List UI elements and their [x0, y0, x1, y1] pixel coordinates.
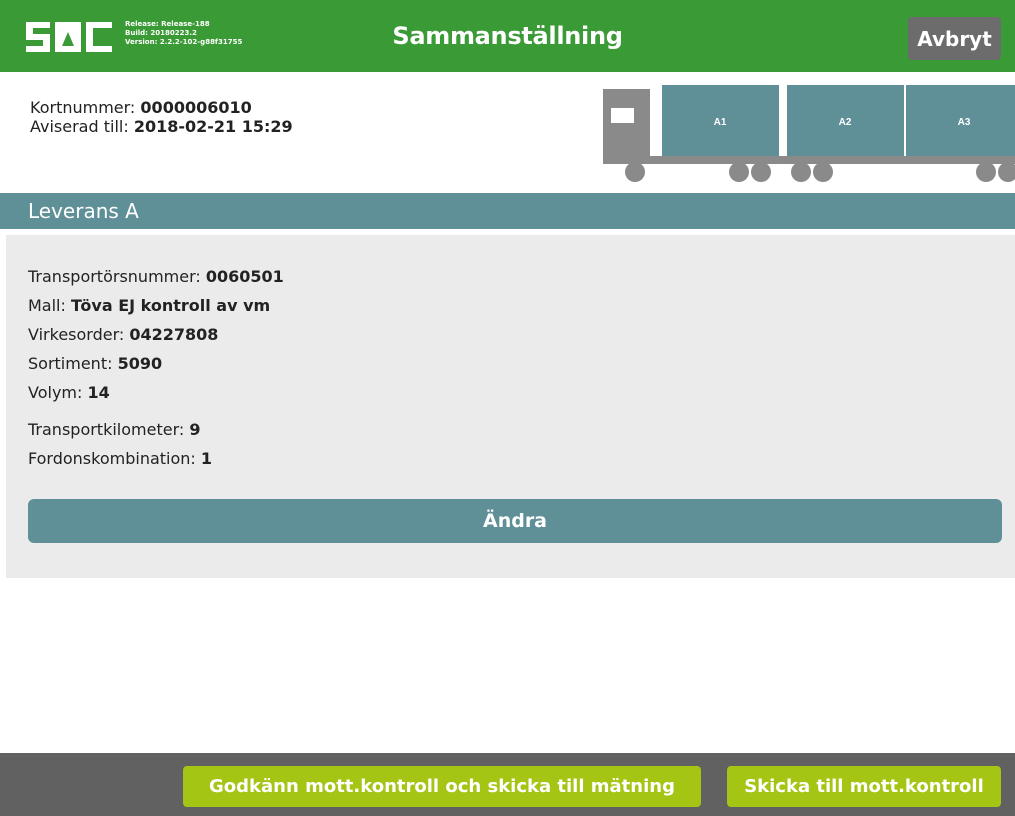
field-value: 9 — [189, 420, 201, 439]
field-timber-order: Virkesorder: 04227808 — [28, 320, 284, 349]
announced-row: Aviserad till: 2018-02-21 15:29 — [30, 117, 293, 136]
field-value: 5090 — [117, 354, 163, 373]
page-title: Sammanställning — [392, 22, 623, 50]
summary-info: Kortnummer: 0000006010 Aviserad till: 20… — [30, 98, 293, 136]
field-volume: Volym: 14 — [28, 378, 284, 407]
field-carrier-number: Transportörsnummer: 0060501 — [28, 262, 284, 291]
top-bar: Release: Release-188 Build: 20180223.2 V… — [0, 0, 1015, 72]
truck-cab-icon — [603, 89, 650, 163]
field-value: Töva EJ kontroll av vm — [70, 296, 271, 315]
delivery-panel: Transportörsnummer: 0060501 Mall: Töva E… — [6, 235, 1015, 578]
announced-label: Aviserad till: — [30, 117, 129, 136]
card-number-label: Kortnummer: — [30, 98, 136, 117]
delivery-heading: Leverans A — [0, 193, 1015, 229]
field-vehicle-combination: Fordonskombination: 1 — [28, 444, 284, 473]
field-label: Volym: — [28, 383, 83, 402]
compartment-a1-label: A1 — [714, 117, 727, 128]
compartment-a3-label: A3 — [958, 117, 971, 128]
footer-bar: Godkänn mott.kontroll och skicka till mä… — [0, 753, 1015, 816]
field-label: Sortiment: — [28, 354, 113, 373]
field-value: 14 — [87, 383, 110, 402]
delivery-fields: Transportörsnummer: 0060501 Mall: Töva E… — [28, 262, 284, 473]
field-value: 1 — [200, 449, 213, 468]
truck-wheels — [625, 162, 1015, 182]
field-value: 0060501 — [205, 267, 284, 286]
cancel-button[interactable]: Avbryt — [908, 17, 1001, 60]
edit-button[interactable]: Ändra — [28, 499, 1002, 543]
field-value: 04227808 — [129, 325, 219, 344]
field-spacer — [28, 407, 284, 415]
truck-diagram: A1 A2 A3 — [603, 85, 1015, 182]
field-transport-km: Transportkilometer: 9 — [28, 415, 284, 444]
field-label: Transportkilometer: — [28, 420, 185, 439]
field-assortment: Sortiment: 5090 — [28, 349, 284, 378]
card-number-value: 0000006010 — [140, 98, 252, 117]
field-template: Mall: Töva EJ kontroll av vm — [28, 291, 284, 320]
compartment-a2-label: A2 — [839, 117, 852, 128]
send-to-inspection-button[interactable]: Skicka till mott.kontroll — [727, 766, 1001, 807]
card-number-row: Kortnummer: 0000006010 — [30, 98, 293, 117]
field-label: Fordonskombination: — [28, 449, 196, 468]
field-label: Mall: — [28, 296, 66, 315]
field-label: Virkesorder: — [28, 325, 125, 344]
announced-value: 2018-02-21 15:29 — [133, 117, 293, 136]
approve-and-send-button[interactable]: Godkänn mott.kontroll och skicka till mä… — [183, 766, 701, 807]
field-label: Transportörsnummer: — [28, 267, 201, 286]
